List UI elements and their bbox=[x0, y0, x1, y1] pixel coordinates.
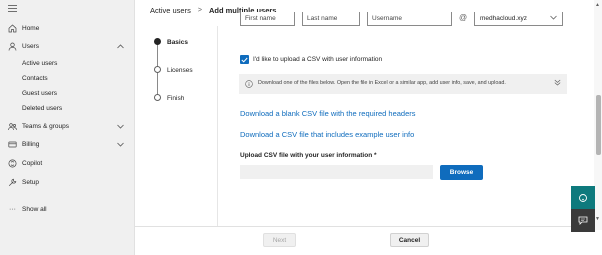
nav-sub-active-users[interactable]: Active users bbox=[22, 58, 57, 69]
wrench-icon bbox=[8, 178, 17, 187]
nav-item-show-all[interactable]: ··· Show all bbox=[0, 202, 135, 216]
more-icon: ··· bbox=[9, 205, 16, 213]
expand-chevron-icon[interactable] bbox=[554, 79, 561, 88]
copilot-icon bbox=[8, 159, 17, 168]
nav-sub-deleted-users[interactable]: Deleted users bbox=[22, 103, 62, 114]
breadcrumb-active-users[interactable]: Active users bbox=[150, 6, 191, 15]
domain-value: medhacloud.xyz bbox=[480, 15, 527, 22]
first-name-field[interactable]: First name bbox=[240, 12, 295, 26]
download-blank-csv-link[interactable]: Download a blank CSV file with the requi… bbox=[240, 109, 416, 118]
nav-item-label: Billing bbox=[22, 140, 40, 148]
nav-item-label: Copilot bbox=[22, 159, 43, 167]
nav-item-users[interactable]: Users bbox=[0, 39, 135, 53]
step-dot-finish bbox=[154, 94, 161, 101]
chevron-down-icon bbox=[550, 15, 557, 22]
chat-icon bbox=[578, 216, 588, 225]
browse-button[interactable]: Browse bbox=[440, 165, 483, 180]
step-licenses: Licenses bbox=[167, 67, 193, 74]
headset-icon bbox=[579, 193, 587, 202]
chevron-down-icon bbox=[116, 140, 124, 148]
chevron-up-icon bbox=[116, 42, 124, 50]
next-button[interactable]: Next bbox=[263, 233, 296, 247]
scroll-down-icon[interactable]: ▼ bbox=[595, 216, 600, 222]
left-navigation: Home Users Active users Contacts Guest u… bbox=[0, 0, 135, 255]
teams-icon bbox=[8, 122, 17, 131]
at-sign: @ bbox=[459, 13, 468, 22]
step-basics: Basics bbox=[167, 39, 188, 46]
nav-item-home[interactable]: Home bbox=[0, 21, 135, 35]
nav-sub-contacts[interactable]: Contacts bbox=[22, 73, 48, 84]
upload-csv-checkbox-label[interactable]: I'd like to upload a CSV with user infor… bbox=[253, 56, 382, 63]
upload-csv-label: Upload CSV file with your user informati… bbox=[240, 152, 377, 159]
nav-item-teams-groups[interactable]: Teams & groups bbox=[0, 119, 135, 133]
info-message-text: Download one of the files below. Open th… bbox=[258, 80, 506, 86]
nav-collapse-button[interactable] bbox=[0, 1, 135, 15]
scroll-up-icon[interactable]: ▲ bbox=[595, 2, 600, 8]
last-name-field[interactable]: Last name bbox=[302, 12, 360, 26]
nav-item-label: Show all bbox=[22, 205, 47, 213]
info-message-bar: Download one of the files below. Open th… bbox=[239, 74, 567, 94]
cancel-button[interactable]: Cancel bbox=[390, 233, 429, 247]
user-icon bbox=[8, 42, 17, 51]
nav-item-label: Teams & groups bbox=[22, 122, 69, 130]
nav-item-label: Home bbox=[22, 24, 40, 32]
nav-item-copilot[interactable]: Copilot bbox=[0, 156, 135, 170]
billing-icon bbox=[8, 140, 17, 149]
nav-item-billing[interactable]: Billing bbox=[0, 137, 135, 151]
steps-divider bbox=[217, 26, 218, 226]
checkmark-icon bbox=[241, 57, 248, 63]
nav-item-label: Users bbox=[22, 42, 39, 50]
upload-csv-checkbox[interactable] bbox=[240, 55, 249, 64]
domain-select[interactable]: medhacloud.xyz bbox=[474, 12, 563, 26]
scrollbar-thumb[interactable] bbox=[596, 95, 601, 155]
chevron-down-icon bbox=[116, 122, 124, 130]
download-example-csv-link[interactable]: Download a CSV file that includes exampl… bbox=[240, 130, 414, 139]
feedback-chat-button[interactable] bbox=[571, 209, 595, 232]
username-field[interactable]: Username bbox=[367, 12, 452, 26]
home-icon bbox=[8, 24, 17, 33]
upload-file-field[interactable] bbox=[240, 165, 433, 179]
nav-sub-guest-users[interactable]: Guest users bbox=[22, 88, 57, 99]
step-dot-licenses bbox=[154, 66, 161, 73]
footer-divider bbox=[135, 226, 595, 227]
nav-item-label: Setup bbox=[22, 178, 39, 186]
breadcrumb-separator: > bbox=[197, 6, 202, 14]
info-icon bbox=[245, 80, 253, 88]
help-support-button[interactable] bbox=[571, 186, 595, 209]
nav-item-setup[interactable]: Setup bbox=[0, 175, 135, 189]
hamburger-icon bbox=[8, 4, 17, 13]
step-dot-basics bbox=[154, 38, 161, 45]
step-finish: Finish bbox=[167, 95, 185, 102]
